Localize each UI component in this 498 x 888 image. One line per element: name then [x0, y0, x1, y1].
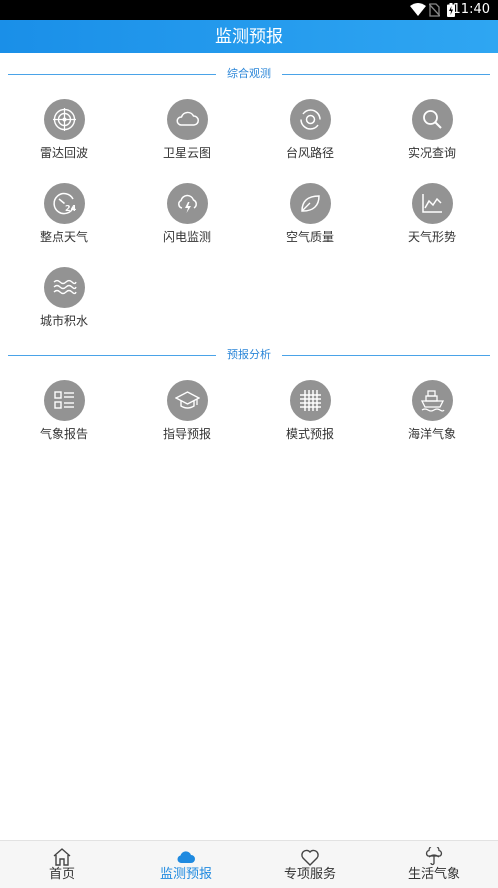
item-label: 雷达回波	[39, 146, 88, 160]
item-guidance-forecast[interactable]: 指导预报	[125, 380, 249, 441]
item-label: 指导预报	[162, 427, 211, 441]
wifi-icon	[410, 3, 426, 16]
item-satellite[interactable]: 卫星云图	[125, 99, 249, 160]
item-lightning[interactable]: 闪电监测	[125, 183, 249, 244]
item-urban-waterlogging[interactable]: 城市积水	[2, 267, 126, 328]
item-live-query[interactable]: 实况查询	[370, 99, 494, 160]
section-title-observation: 综合观测	[8, 67, 490, 81]
section-label: 综合观测	[227, 67, 271, 80]
page-title: 监测预报	[215, 27, 283, 47]
item-hourly-weather[interactable]: 24 整点天气	[2, 183, 126, 244]
status-bar: 11:40	[0, 0, 498, 20]
tab-special-services[interactable]: 专项服务	[248, 841, 372, 888]
item-label: 实况查询	[407, 146, 456, 160]
item-label: 卫星云图	[162, 146, 211, 160]
clock-24-icon: 24	[43, 183, 85, 224]
item-marine-weather[interactable]: 海洋气象	[370, 380, 494, 441]
grid-icon	[289, 380, 331, 421]
item-label: 空气质量	[285, 230, 334, 244]
home-icon	[53, 848, 71, 866]
item-model-forecast[interactable]: 模式预报	[248, 380, 372, 441]
cloud-filled-icon	[177, 851, 195, 863]
cloud-icon	[166, 99, 208, 140]
report-list-icon	[43, 380, 85, 421]
item-weather-report[interactable]: 气象报告	[2, 380, 126, 441]
item-label: 城市积水	[39, 314, 88, 328]
item-weather-situation[interactable]: 天气形势	[370, 183, 494, 244]
search-icon	[411, 99, 453, 140]
item-label: 海洋气象	[407, 427, 456, 441]
item-radar[interactable]: 雷达回波	[2, 99, 126, 160]
item-label: 整点天气	[39, 230, 88, 244]
tab-label: 专项服务	[283, 867, 336, 882]
umbrella-cloud-icon	[425, 847, 443, 866]
item-label: 闪电监测	[162, 230, 211, 244]
tab-home[interactable]: 首页	[0, 841, 124, 888]
lightning-cloud-icon	[166, 183, 208, 224]
status-time: 11:40	[452, 2, 490, 17]
item-label: 气象报告	[39, 427, 88, 441]
tab-label: 监测预报	[159, 867, 212, 882]
water-waves-icon	[43, 267, 85, 308]
line-chart-icon	[411, 183, 453, 224]
tab-label: 生活气象	[407, 867, 460, 882]
section-title-forecast: 预报分析	[8, 348, 490, 362]
app-header: 监测预报	[0, 20, 498, 53]
tab-label: 首页	[48, 867, 75, 882]
item-label: 天气形势	[407, 230, 456, 244]
item-air-quality[interactable]: 空气质量	[248, 183, 372, 244]
svg-text:24: 24	[65, 204, 77, 213]
tab-life-weather[interactable]: 生活气象	[372, 841, 496, 888]
leaf-icon	[289, 183, 331, 224]
item-label: 模式预报	[285, 427, 334, 441]
graduation-cap-icon	[166, 380, 208, 421]
radar-icon	[43, 99, 85, 140]
typhoon-icon	[289, 99, 331, 140]
bottom-tab-bar: 首页 监测预报 专项服务 生活气象	[0, 840, 498, 888]
heart-icon	[301, 849, 319, 866]
section-label: 预报分析	[227, 348, 271, 361]
item-label: 台风路径	[285, 146, 334, 160]
tab-monitoring-forecast[interactable]: 监测预报	[124, 841, 248, 888]
no-sim-icon	[429, 3, 440, 17]
ship-icon	[411, 380, 453, 421]
item-typhoon[interactable]: 台风路径	[248, 99, 372, 160]
